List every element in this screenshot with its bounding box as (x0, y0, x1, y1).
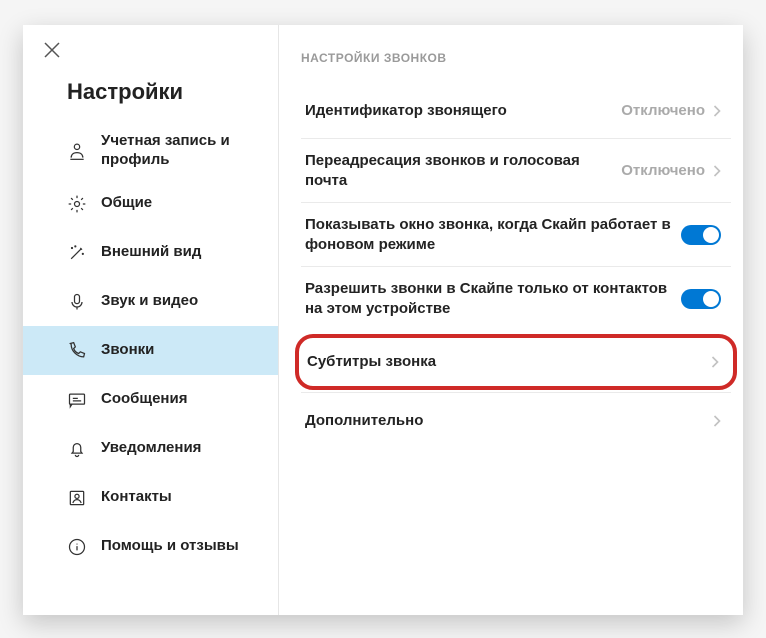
setting-show-call-window: Показывать окно звонка, когда Скайп рабо… (301, 203, 731, 267)
sidebar-item-label: Звонки (101, 341, 154, 360)
phone-icon (67, 341, 87, 361)
sidebar-item-label: Звук и видео (101, 292, 198, 311)
sidebar-item-appearance[interactable]: Внешний вид (23, 228, 278, 277)
setting-label: Субтитры звонка (307, 352, 705, 372)
highlight-annotation: Субтитры звонка (295, 334, 737, 390)
gear-icon (67, 194, 87, 214)
sidebar-item-label: Общие (101, 194, 152, 213)
chevron-right-icon (707, 411, 727, 431)
sidebar-item-calling[interactable]: Звонки (23, 326, 278, 375)
chat-icon (67, 390, 87, 410)
info-icon (67, 537, 87, 557)
sidebar-item-contacts[interactable]: Контакты (23, 473, 278, 522)
setting-caller-id[interactable]: Идентификатор звонящего Отключено (301, 83, 731, 139)
sidebar-item-account[interactable]: Учетная запись и профиль (23, 123, 278, 179)
sidebar-nav: Учетная запись и профиль Общие Внешний в… (23, 123, 278, 571)
toggle-switch[interactable] (681, 225, 721, 245)
chevron-right-icon (705, 352, 725, 372)
setting-label: Показывать окно звонка, когда Скайп рабо… (305, 215, 681, 254)
chevron-right-icon (707, 101, 727, 121)
setting-status: Отключено (621, 102, 705, 119)
contacts-icon (67, 488, 87, 508)
sidebar-item-label: Уведомления (101, 439, 201, 458)
setting-status: Отключено (621, 162, 705, 179)
bell-icon (67, 439, 87, 459)
sidebar-item-notifications[interactable]: Уведомления (23, 424, 278, 473)
sidebar-item-label: Учетная запись и профиль (101, 132, 262, 170)
person-icon (67, 141, 87, 161)
sidebar-title: Настройки (23, 59, 278, 123)
sidebar-item-audiovideo[interactable]: Звук и видео (23, 277, 278, 326)
setting-label: Идентификатор звонящего (305, 101, 621, 121)
sidebar-item-general[interactable]: Общие (23, 179, 278, 228)
setting-label: Переадресация звонков и голосовая почта (305, 151, 621, 190)
setting-contacts-only: Разрешить звонки в Скайпе только от конт… (301, 267, 731, 330)
wand-icon (67, 243, 87, 263)
close-icon[interactable] (43, 41, 61, 59)
sidebar-item-label: Контакты (101, 488, 172, 507)
chevron-right-icon (707, 161, 727, 181)
setting-advanced[interactable]: Дополнительно (301, 392, 731, 448)
content-panel: НАСТРОЙКИ ЗВОНКОВ Идентификатор звонящег… (279, 25, 743, 615)
setting-label: Дополнительно (305, 411, 707, 431)
sidebar: Настройки Учетная запись и профиль Общие… (23, 25, 279, 615)
sidebar-item-label: Помощь и отзывы (101, 537, 239, 556)
setting-call-subtitles[interactable]: Субтитры звонка (303, 338, 729, 386)
microphone-icon (67, 292, 87, 312)
sidebar-item-label: Внешний вид (101, 243, 201, 262)
setting-label: Разрешить звонки в Скайпе только от конт… (305, 279, 681, 318)
sidebar-item-help[interactable]: Помощь и отзывы (23, 522, 278, 571)
toggle-switch[interactable] (681, 289, 721, 309)
settings-window: Настройки Учетная запись и профиль Общие… (23, 25, 743, 615)
sidebar-item-label: Сообщения (101, 390, 187, 409)
section-header: НАСТРОЙКИ ЗВОНКОВ (301, 51, 731, 65)
sidebar-item-messaging[interactable]: Сообщения (23, 375, 278, 424)
setting-forwarding[interactable]: Переадресация звонков и голосовая почта … (301, 139, 731, 203)
